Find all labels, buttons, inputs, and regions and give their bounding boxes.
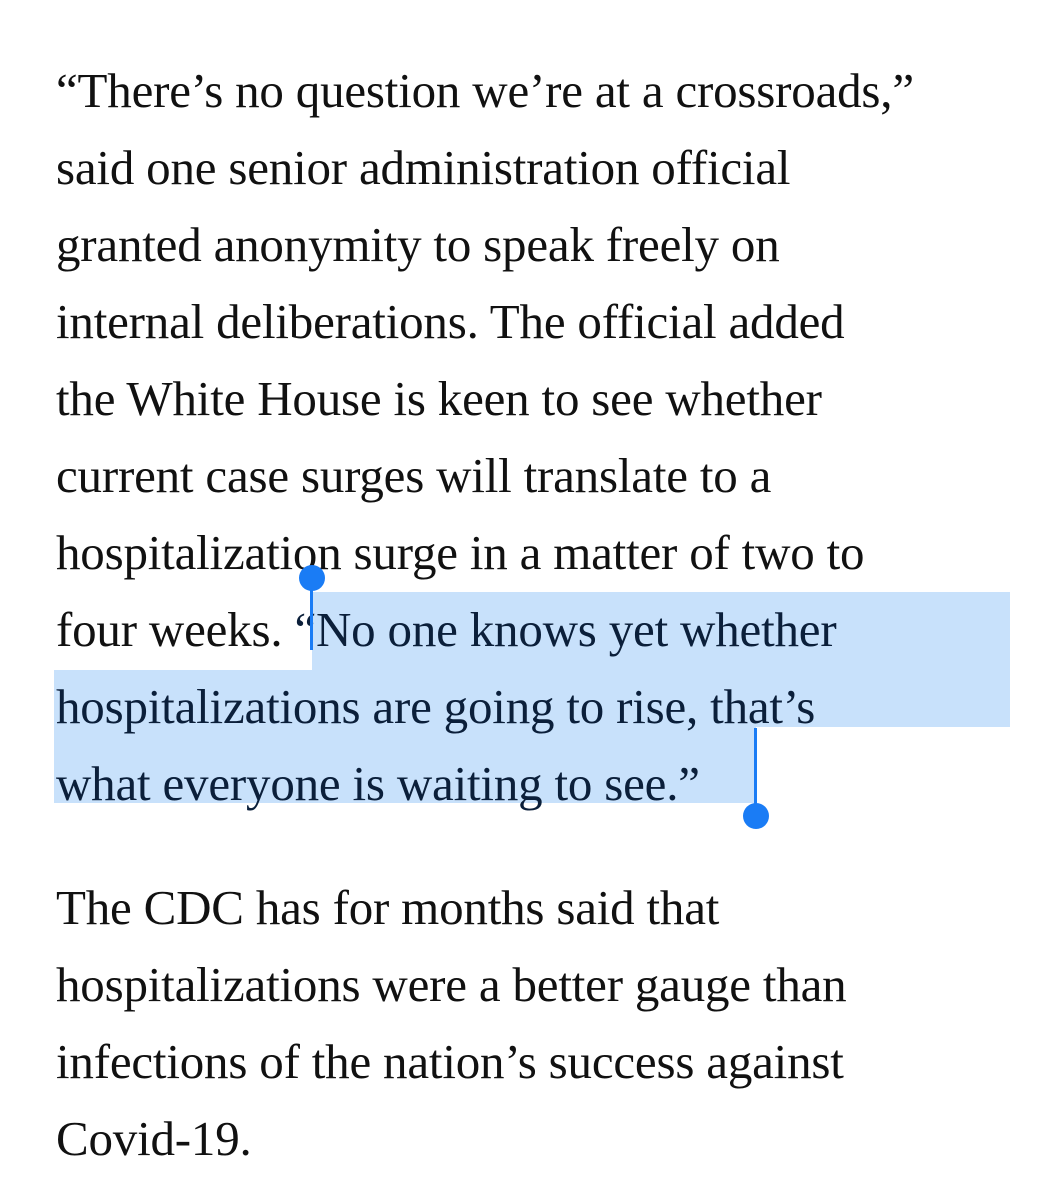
text-line-mixed: four weeks. “No one knows yet whether [56,591,914,668]
text-line: said one senior administration official [56,140,791,195]
paragraph-quote[interactable]: “There’s no question we’re at a crossroa… [56,52,914,822]
selected-text-line[interactable]: hospitalizations are going to rise, that… [56,668,914,745]
text-line: infections of the nation’s success again… [56,1034,844,1089]
text-line: hospitalizations were a better gauge tha… [56,957,847,1012]
selected-text-line[interactable]: what everyone is waiting to see.” [56,745,914,822]
unselected-text: four weeks. [56,602,295,657]
selection-end-handle-bar[interactable] [754,728,757,806]
selection-start-handle-bar[interactable] [310,580,313,650]
selected-text[interactable]: “No one knows yet whether [294,602,836,657]
text-line: Covid-19. [56,1111,252,1166]
text-line: current case surges will translate to a [56,448,772,503]
selection-end-handle-dot[interactable] [743,803,769,829]
paragraph-cdc[interactable]: The CDC has for months said that hospita… [56,869,847,1177]
text-line: granted anonymity to speak freely on [56,217,780,272]
text-line: internal deliberations. The official add… [56,294,845,349]
text-line: The CDC has for months said that [56,880,720,935]
text-line: “There’s no question we’re at a crossroa… [56,63,914,118]
text-line: hospitalization surge in a matter of two… [56,525,865,580]
text-line: the White House is keen to see whether [56,371,822,426]
